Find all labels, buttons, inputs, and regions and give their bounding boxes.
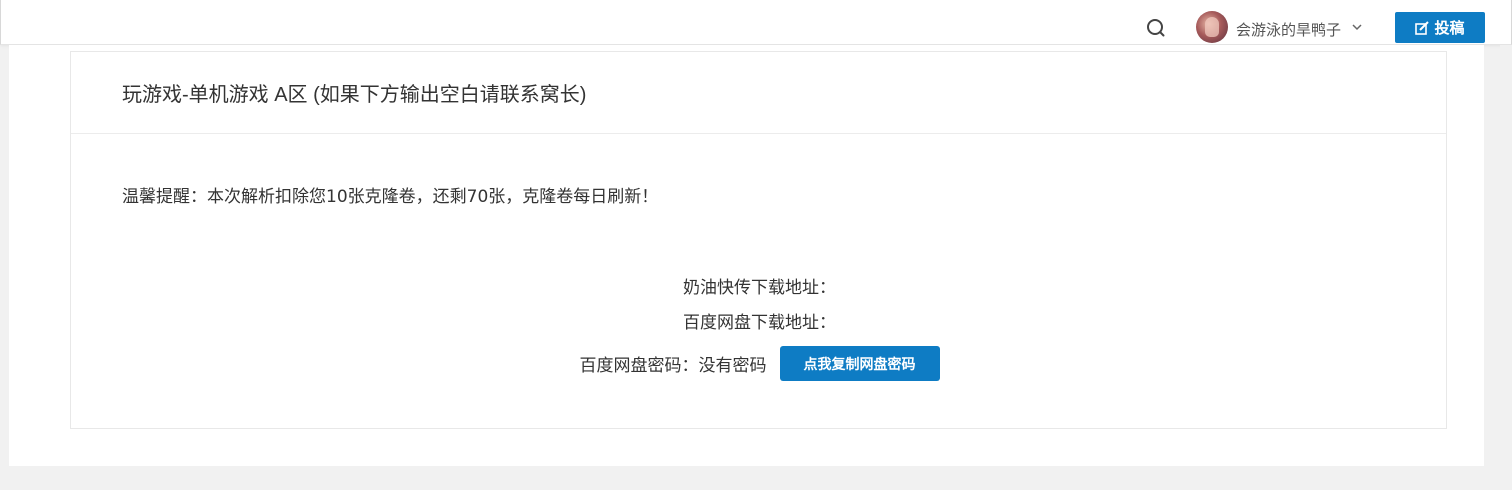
post-button[interactable]: 投稿 — [1395, 12, 1485, 43]
top-navbar: 会游泳的旱鸭子 投稿 — [0, 0, 1512, 45]
download-links: 奶油快传下载地址： 百度网盘下载地址： 百度网盘密码：没有密码 点我复制网盘密码 — [71, 276, 1448, 381]
post-button-label: 投稿 — [1434, 19, 1465, 37]
edit-icon — [1415, 20, 1430, 35]
notice-text: 温馨提醒：本次解析扣除您10张克隆卷，还剩70张，克隆卷每日刷新！ — [122, 187, 659, 207]
card-header: 玩游戏-单机游戏 A区 (如果下方输出空白请联系窝长) — [71, 52, 1446, 134]
page-margin — [1500, 45, 1512, 490]
copy-password-button[interactable]: 点我复制网盘密码 — [779, 346, 940, 381]
card-title: 玩游戏-单机游戏 A区 (如果下方输出空白请联系窝长) — [122, 84, 587, 106]
baidu-download-label: 百度网盘下载地址： — [683, 313, 836, 333]
avatar[interactable] — [1196, 11, 1228, 43]
baidu-password-label: 百度网盘密码：没有密码 — [579, 356, 767, 376]
chevron-down-icon[interactable] — [1352, 22, 1362, 32]
username-label[interactable]: 会游泳的旱鸭子 — [1236, 19, 1341, 40]
naiyou-download-label: 奶油快传下载地址： — [683, 278, 836, 298]
download-card: 玩游戏-单机游戏 A区 (如果下方输出空白请联系窝长) 温馨提醒：本次解析扣除您… — [70, 51, 1447, 429]
search-icon[interactable] — [1146, 18, 1166, 38]
baidu-password-row: 百度网盘密码：没有密码 点我复制网盘密码 — [71, 346, 1448, 381]
